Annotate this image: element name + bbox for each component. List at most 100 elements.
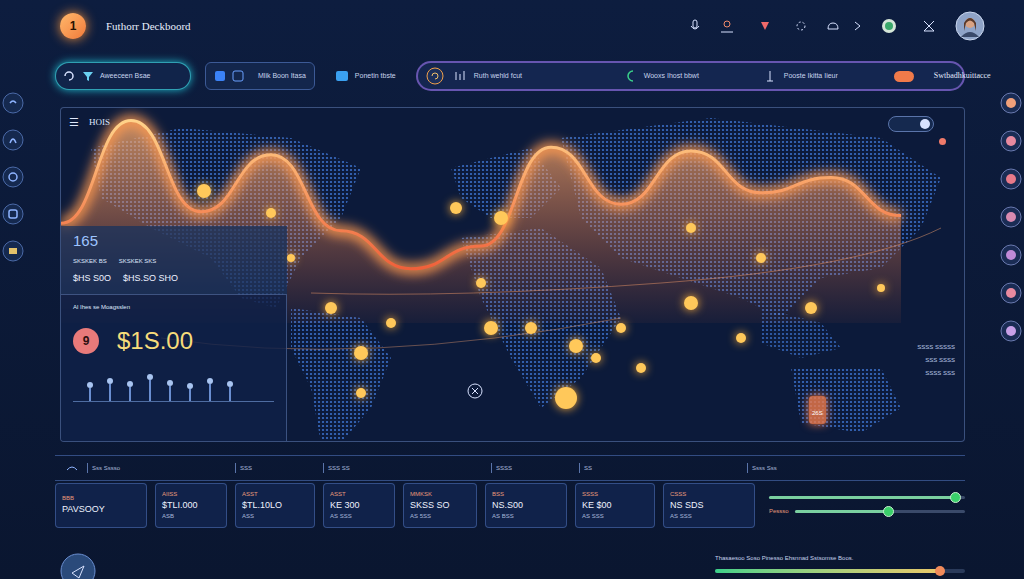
progress-track (715, 569, 965, 573)
sidebar-icon[interactable] (1000, 244, 1022, 266)
map-pin[interactable] (555, 387, 577, 409)
metric-card[interactable]: AIISS$TLI.000ASB (155, 483, 227, 528)
sidebar-icon (2, 166, 24, 188)
map-pin[interactable] (805, 302, 817, 314)
map-pin[interactable] (684, 296, 698, 310)
mini-stem (109, 384, 111, 401)
play-icon[interactable] (849, 18, 865, 34)
card-sub: AS BSS (492, 512, 560, 521)
map-pin[interactable] (356, 388, 366, 398)
expand-icon[interactable] (921, 18, 937, 34)
map-pin[interactable] (386, 318, 396, 328)
filter-pill[interactable]: Mlik Boon Itasa (205, 62, 315, 90)
map-pin[interactable] (476, 278, 486, 288)
slider-row: Pessso (769, 507, 965, 516)
mini-bar (207, 365, 213, 401)
card-label: MMKSK (410, 490, 470, 499)
cloud-icon[interactable] (825, 18, 841, 34)
map-pin[interactable] (287, 254, 295, 262)
map-pin[interactable] (266, 208, 276, 218)
metric-card[interactable]: SSSSKE $00AS SSS (575, 483, 655, 528)
stats-value: 165 (73, 232, 275, 251)
metric-card[interactable]: MMKSKSKSS SOAS 5SS (403, 483, 477, 528)
map-pin[interactable] (450, 202, 462, 214)
revenue-badge: 9 (73, 328, 99, 354)
sidebar-icon (2, 92, 24, 114)
toolbar-item[interactable]: Ruth wehld fcut (454, 69, 614, 83)
map-pin[interactable] (325, 302, 337, 314)
map-pin[interactable] (616, 323, 626, 333)
map-pin[interactable] (197, 184, 211, 198)
map-pin[interactable] (569, 339, 583, 353)
metric-card[interactable]: BSSNS.S00AS BSS (485, 483, 567, 528)
card-value: SKSS SO (410, 499, 470, 513)
mini-stem (129, 387, 131, 401)
map-pin[interactable] (686, 223, 696, 233)
revenue-row: 9$1S.00 (73, 326, 274, 356)
map-pin[interactable] (525, 322, 537, 334)
grid-icon (232, 70, 244, 82)
sidebar-icon[interactable] (1000, 206, 1022, 228)
user-icon[interactable] (719, 18, 735, 34)
sidebar-icon[interactable] (1000, 320, 1022, 342)
map-pin[interactable] (591, 353, 601, 363)
map-pin[interactable] (484, 321, 498, 335)
stats-amount: $HS S0O (73, 272, 111, 286)
filter-bar: Aweeceen Bsae Mlik Boon Itasa Ponetin tbst… (55, 60, 969, 92)
map-pin[interactable] (736, 333, 746, 343)
status-icon[interactable] (881, 18, 897, 34)
mic-icon[interactable] (687, 18, 703, 34)
mini-stem (149, 380, 151, 401)
mini-stem (89, 388, 91, 401)
map-label: SSSS SSSSS (914, 343, 958, 352)
alert-dot (939, 138, 946, 145)
toolbar-icon (624, 69, 636, 83)
slider-knob[interactable] (950, 492, 961, 503)
mini-bar (127, 365, 133, 401)
slider-knob[interactable] (883, 506, 894, 517)
panel-toggle[interactable] (888, 116, 934, 132)
sidebar-icon[interactable] (1000, 168, 1022, 190)
toolbar-action[interactable]: Swtbadhkuittacce (934, 70, 991, 82)
avatar-icon[interactable] (955, 11, 985, 41)
mini-bar (107, 365, 113, 401)
metric-card[interactable]: ASST$TL.10LOASS (235, 483, 315, 528)
map-pin[interactable] (354, 346, 368, 360)
divider (87, 463, 88, 473)
toolbar-item[interactable]: Wooxs Ihost bbwt (624, 69, 754, 83)
menu-icon[interactable]: ☰ (69, 117, 79, 128)
filter-pill[interactable]: Ponetin tbste (329, 62, 402, 90)
sidebar-icon[interactable] (1000, 282, 1022, 304)
toggle-knob (920, 119, 930, 129)
settings-icon[interactable] (793, 18, 809, 34)
card-sub: AS SSS (582, 512, 648, 521)
map-pin[interactable] (877, 284, 885, 292)
calendar-icon (214, 70, 226, 82)
column-label: Sss Sssso (92, 464, 120, 473)
logo: 1 (60, 13, 86, 39)
map-pin[interactable] (636, 363, 646, 373)
send-icon[interactable] (60, 553, 96, 579)
filter-pill[interactable]: Aweeceen Bsae (55, 62, 191, 90)
toolbar-item[interactable]: Pooste Ikitta Iieur (764, 69, 884, 83)
sidebar-icon[interactable] (1000, 130, 1022, 152)
map-label: SSS SSSS (922, 356, 958, 365)
panel-title: HOIS (89, 116, 110, 130)
map-pin[interactable] (756, 253, 766, 263)
close-icon[interactable] (467, 383, 483, 399)
metric-card[interactable]: ASSTKE 300AS SSS (323, 483, 395, 528)
metric-card[interactable]: CSSSNS SDSAS SSS (663, 483, 755, 528)
slider-track[interactable] (769, 496, 965, 499)
sidebar-icon[interactable] (1000, 92, 1022, 114)
card-value: KE $00 (582, 499, 648, 513)
shield-icon[interactable] (757, 18, 773, 34)
divider (491, 463, 492, 473)
metric-card[interactable]: BBBPAVSOOY (55, 483, 147, 528)
cloud-icon (65, 462, 79, 474)
map-pin[interactable] (494, 211, 508, 225)
slider-track[interactable] (795, 510, 965, 513)
toggle[interactable] (894, 71, 914, 82)
toolbar-icon (764, 69, 776, 83)
strip-column: Sss Sssso (87, 463, 227, 473)
mini-chart (73, 366, 274, 402)
